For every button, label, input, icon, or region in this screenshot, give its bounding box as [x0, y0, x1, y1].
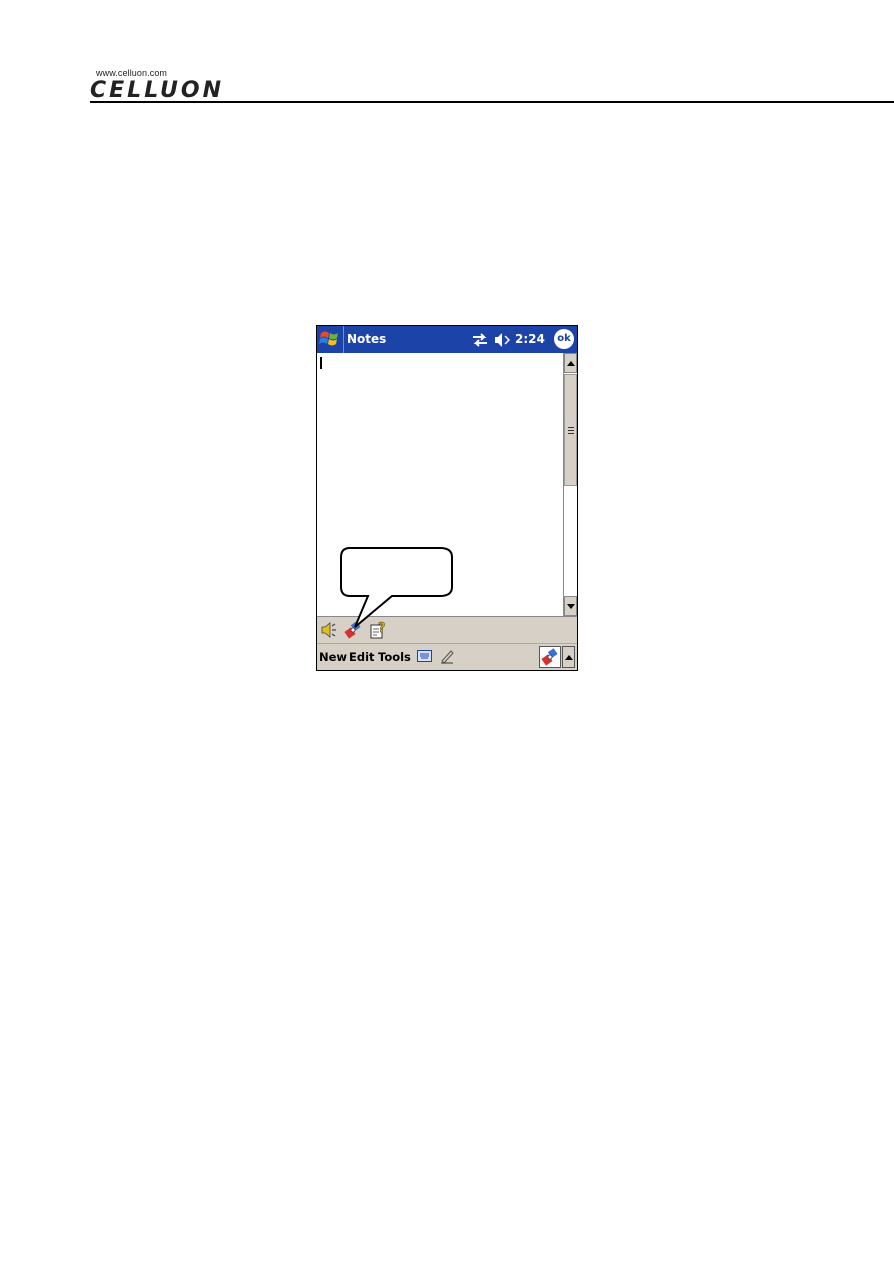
menu-new[interactable]: New: [319, 650, 347, 664]
start-button[interactable]: [317, 326, 344, 353]
speaker-icon[interactable]: [320, 621, 338, 639]
input-panel-button[interactable]: [539, 646, 561, 668]
arrow-up-icon: [567, 361, 575, 366]
window-title: Notes: [347, 332, 387, 346]
ok-button[interactable]: ok: [554, 329, 574, 349]
grip-icon: [568, 427, 574, 436]
callout-bubble: [340, 547, 453, 628]
menu-bar: New Edit Tools: [317, 643, 577, 670]
menu-tools[interactable]: Tools: [378, 650, 411, 664]
clock[interactable]: 2:24: [515, 332, 545, 346]
speaker-muted-icon[interactable]: [493, 332, 511, 348]
input-method-arrow[interactable]: [562, 646, 575, 668]
header-rule: [90, 101, 894, 103]
arrow-up-icon: [565, 655, 573, 660]
celluon-logo: CELLUON: [90, 79, 224, 101]
scroll-down-button[interactable]: [564, 596, 577, 616]
text-caret: [320, 357, 322, 369]
vertical-scrollbar[interactable]: [563, 353, 577, 616]
website-url: www.celluon.com: [96, 68, 168, 78]
pen-icon[interactable]: [439, 648, 455, 664]
scroll-up-button[interactable]: [564, 353, 577, 373]
sync-arrows-icon[interactable]: [471, 332, 489, 348]
svg-text:CELLUON: CELLUON: [90, 79, 224, 101]
windows-flag-icon: [319, 331, 338, 346]
arrow-down-icon: [567, 604, 575, 609]
keyboard-icon[interactable]: [417, 650, 432, 662]
scroll-thumb[interactable]: [564, 374, 577, 486]
menu-edit[interactable]: Edit: [349, 650, 375, 664]
title-bar: Notes 2:24 ok: [317, 326, 577, 353]
input-panel-icon: [541, 648, 558, 666]
